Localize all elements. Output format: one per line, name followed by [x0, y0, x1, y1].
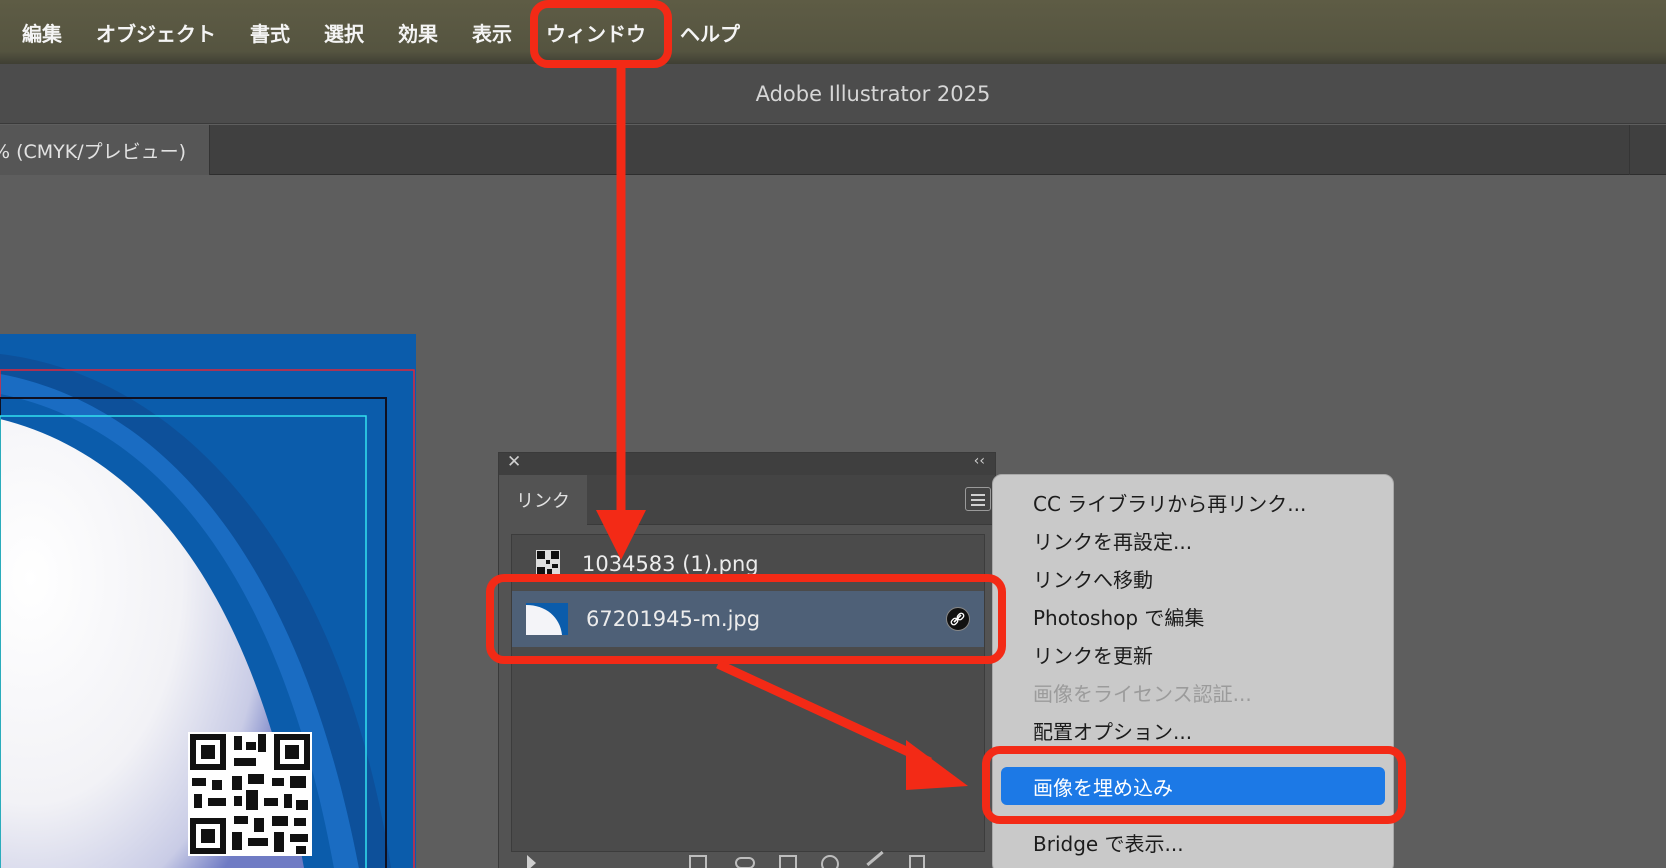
- trash-icon[interactable]: [909, 855, 925, 868]
- menu-type[interactable]: 書式: [250, 18, 290, 47]
- panel-header: ✕ ‹‹: [499, 452, 995, 475]
- annotation-box-embed-image: [982, 746, 1406, 824]
- tab-links-label: リンク: [516, 491, 570, 512]
- tab-links[interactable]: リンク: [499, 475, 587, 525]
- panel-menu-button[interactable]: [965, 487, 991, 511]
- document-tab-label: % (CMYK/プレビュー): [0, 140, 187, 163]
- menu-item-reveal-in-bridge[interactable]: Bridge で表示...: [993, 823, 1393, 861]
- menu-item-relink[interactable]: リンクを再設定...: [993, 521, 1393, 559]
- window-title: Adobe Illustrator 2025: [755, 81, 991, 106]
- menu-item-edit-in-photoshop[interactable]: Photoshop で編集: [993, 597, 1393, 635]
- menu-effect[interactable]: 効果: [398, 18, 438, 47]
- app-title-bar: Adobe Illustrator 2025: [0, 64, 1666, 124]
- menu-object[interactable]: オブジェクト: [96, 18, 216, 47]
- macos-menubar: 編集 オブジェクト 書式 選択 効果 表示 ウィンドウ ヘルプ: [0, 0, 1666, 64]
- menu-select[interactable]: 選択: [324, 18, 364, 47]
- link-filename: 1034583 (1).png: [582, 552, 759, 576]
- close-icon[interactable]: ✕: [507, 452, 521, 472]
- disclosure-triangle-icon[interactable]: [527, 855, 536, 868]
- edit-original-icon[interactable]: [866, 850, 884, 867]
- go-to-link-icon[interactable]: [779, 855, 797, 868]
- menu-item-license-image: 画像をライセンス認証...: [1033, 681, 1252, 706]
- panel-toolbar: [499, 850, 995, 868]
- artboard-artwork: [0, 334, 416, 868]
- panel-tab-strip: リンク: [499, 475, 995, 525]
- artboard[interactable]: [0, 334, 416, 868]
- document-tab-bar: % (CMYK/プレビュー): [0, 125, 1666, 175]
- menu-item-update-link[interactable]: リンクを更新: [993, 635, 1393, 673]
- document-tab[interactable]: % (CMYK/プレビュー): [0, 125, 210, 175]
- menu-edit[interactable]: 編集: [22, 18, 62, 47]
- tab-bar-divider: [1629, 125, 1630, 175]
- menu-help[interactable]: ヘルプ: [680, 18, 740, 47]
- collapse-panel-icon[interactable]: ‹‹: [974, 453, 985, 469]
- menu-item-go-to-link[interactable]: リンクへ移動: [993, 559, 1393, 597]
- annotation-box-selected-link: [486, 574, 1006, 664]
- qr-code: [188, 732, 312, 856]
- relink-cc-icon[interactable]: [689, 855, 707, 868]
- update-link-icon[interactable]: [821, 855, 839, 868]
- menu-item-placement-options[interactable]: 配置オプション...: [993, 711, 1393, 749]
- relink-icon[interactable]: [735, 857, 755, 868]
- annotation-box-window-menu: [530, 0, 672, 68]
- menu-view[interactable]: 表示: [472, 18, 512, 47]
- menu-item-cc-relink[interactable]: CC ライブラリから再リンク...: [993, 483, 1393, 521]
